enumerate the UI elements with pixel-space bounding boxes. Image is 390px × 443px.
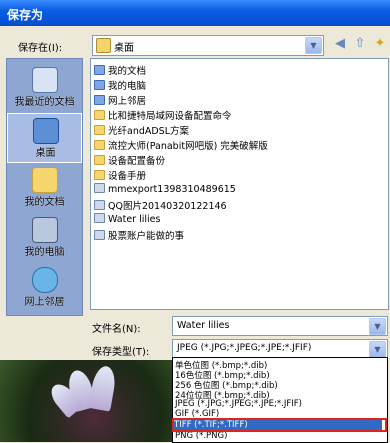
image-file-icon <box>94 183 105 193</box>
filename-label: 文件名(N): <box>92 324 141 335</box>
place-label: 网上邻居 <box>24 297 65 308</box>
network-places-icon <box>32 267 58 293</box>
back-icon[interactable]: ◀ <box>332 36 348 52</box>
recent-documents-icon <box>32 67 58 93</box>
chevron-down-icon[interactable]: ▼ <box>369 341 386 358</box>
highlight-box <box>172 418 387 432</box>
place-label: 我的文档 <box>24 197 65 208</box>
list-item[interactable]: 设备手册 <box>94 168 146 182</box>
save-in-label: 保存在(I): <box>18 43 63 54</box>
place-my-documents[interactable]: 我的文档 <box>7 163 82 213</box>
title-bar: 保存为 <box>0 0 390 26</box>
place-label: 我最近的文档 <box>14 97 75 108</box>
folder-icon <box>94 140 105 150</box>
list-item[interactable]: Water lilies <box>94 213 160 226</box>
image-file-icon <box>94 200 105 210</box>
chevron-down-icon[interactable]: ▼ <box>305 37 322 54</box>
new-folder-icon[interactable]: ✦ <box>372 36 388 52</box>
desktop-icon <box>96 38 111 53</box>
image-file-icon <box>94 213 105 223</box>
list-item[interactable]: 比和捷特局域网设备配置命令 <box>94 108 232 122</box>
image-file-icon <box>94 230 105 240</box>
list-item[interactable]: 流控大师(Panabit网吧版) 完美破解版 <box>94 138 268 152</box>
my-documents-icon <box>94 65 105 75</box>
list-item[interactable]: QQ图片20140320122146 <box>94 198 227 212</box>
my-documents-icon <box>32 167 58 193</box>
folder-icon <box>94 170 105 180</box>
window-title: 保存为 <box>7 8 44 22</box>
filename-field[interactable]: Water lilies ▼ <box>172 316 388 336</box>
place-my-computer[interactable]: 我的电脑 <box>7 213 82 263</box>
folder-icon <box>94 110 105 120</box>
filetype-option[interactable]: PNG (*.PNG) <box>175 431 227 442</box>
place-network[interactable]: 网上邻居 <box>7 263 82 313</box>
folder-icon <box>94 155 105 165</box>
save-in-value: 桌面 <box>114 43 134 54</box>
filetype-label: 保存类型(T): <box>92 347 150 358</box>
network-places-icon <box>94 95 105 105</box>
list-item[interactable]: 设备配置备份 <box>94 153 165 167</box>
place-label: 我的电脑 <box>24 247 65 258</box>
list-item[interactable]: 股票账户能做的事 <box>94 228 184 242</box>
list-item[interactable]: 网上邻居 <box>94 93 146 107</box>
my-computer-icon <box>32 217 58 243</box>
filename-value: Water lilies <box>177 320 230 331</box>
up-folder-icon[interactable]: ⇧ <box>352 36 368 52</box>
lily-petal <box>88 364 118 412</box>
my-computer-icon <box>94 80 105 90</box>
list-item[interactable]: 我的电脑 <box>94 78 146 92</box>
filetype-value: JPEG (*.JPG;*.JPEG;*.JPE;*.JFIF) <box>177 343 312 353</box>
folder-icon <box>94 125 105 135</box>
place-desktop[interactable]: 桌面 <box>7 113 82 163</box>
list-item[interactable]: 我的文档 <box>94 63 146 77</box>
place-recent[interactable]: 我最近的文档 <box>7 63 82 113</box>
place-label: 桌面 <box>35 148 56 159</box>
file-list[interactable]: 我的文档 我的电脑 网上邻居 比和捷特局域网设备配置命令 光纤andADSL方案… <box>90 58 389 310</box>
chevron-down-icon[interactable]: ▼ <box>369 318 386 335</box>
places-bar: 我最近的文档 桌面 我的文档 我的电脑 网上邻居 <box>6 58 83 316</box>
save-in-combo[interactable]: 桌面 ▼ <box>92 35 324 56</box>
filetype-select[interactable]: JPEG (*.JPG;*.JPEG;*.JPE;*.JFIF) ▼ <box>172 339 388 359</box>
background-photo <box>0 360 172 442</box>
desktop-icon <box>33 118 59 144</box>
list-item[interactable]: 光纤andADSL方案 <box>94 123 189 137</box>
list-item[interactable]: mmexport1398310489615 <box>94 183 236 196</box>
